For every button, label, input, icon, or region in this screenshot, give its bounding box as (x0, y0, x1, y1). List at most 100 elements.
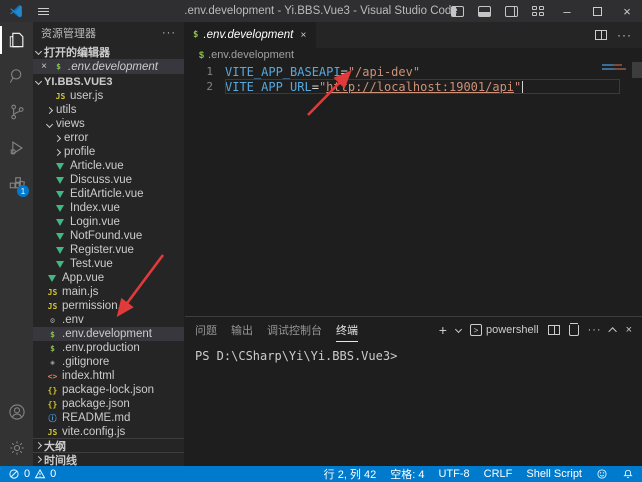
extensions-icon[interactable]: 1 (0, 166, 33, 202)
problems-status[interactable]: 0 0 (8, 468, 56, 480)
explorer-more-actions-icon[interactable]: ··· (162, 27, 176, 39)
tree-item-Discuss.vue[interactable]: Discuss.vue (33, 173, 184, 187)
feedback-icon[interactable] (596, 468, 608, 480)
errors-count: 0 (24, 468, 30, 480)
js-file-icon: JS (47, 302, 58, 311)
code-line-2[interactable]: 2 VITE_APP_URL="http://localhost:19001/a… (185, 79, 642, 94)
outline-section[interactable]: 大纲 (33, 438, 184, 452)
new-terminal-icon[interactable]: + (439, 322, 447, 338)
url-link[interactable]: http://localhost:19001/api (326, 80, 514, 94)
kill-terminal-icon[interactable] (569, 325, 579, 336)
panel-tab-output[interactable]: 输出 (231, 318, 253, 342)
tree-item-.gitignore[interactable]: ◈.gitignore (33, 355, 184, 369)
chevron-right-icon (54, 148, 61, 155)
panel-tab-terminal[interactable]: 终端 (336, 318, 358, 342)
minimize-button[interactable]: – (552, 0, 582, 22)
customize-layout-icon[interactable] (532, 6, 545, 17)
notifications-bell-icon[interactable] (622, 468, 634, 480)
editor-scrollbar[interactable] (632, 62, 642, 78)
tree-item-Article.vue[interactable]: Article.vue (33, 159, 184, 173)
tree-item-package-lock.json[interactable]: {}package-lock.json (33, 383, 184, 397)
tree-item-profile[interactable]: profile (33, 145, 184, 159)
tree-item-EditArticle.vue[interactable]: EditArticle.vue (33, 187, 184, 201)
text-cursor (522, 81, 523, 93)
terminal-dropdown-icon[interactable] (455, 325, 462, 332)
html-file-icon: <> (47, 372, 58, 381)
js-file-icon: JS (47, 288, 58, 297)
tree-item-Register.vue[interactable]: Register.vue (33, 243, 184, 257)
panel-tab-debug-console[interactable]: 调试控制台 (267, 318, 322, 342)
tab-env-development[interactable]: $ .env.development × (185, 22, 316, 48)
maximize-button[interactable] (582, 0, 612, 22)
explorer-icon[interactable] (0, 22, 33, 58)
vue-file-icon (56, 205, 64, 212)
tree-item-.env[interactable]: ⚙.env (33, 313, 184, 327)
settings-gear-icon[interactable] (0, 430, 33, 466)
tree-item-README.md[interactable]: ⓘREADME.md (33, 411, 184, 425)
tree-item-user.js[interactable]: JSuser.js (33, 89, 184, 103)
warnings-icon (34, 468, 46, 480)
menu-icon[interactable] (36, 6, 51, 17)
maximize-panel-icon[interactable] (608, 327, 616, 335)
minimap[interactable] (602, 64, 628, 104)
tree-item-index.html[interactable]: <>index.html (33, 369, 184, 383)
env-file-icon: $ (47, 330, 58, 339)
breadcrumb[interactable]: $ .env.development (185, 48, 642, 62)
gear-file-icon: ⚙ (47, 316, 58, 325)
tree-item-label: Article.vue (70, 160, 124, 172)
tree-item-Login.vue[interactable]: Login.vue (33, 215, 184, 229)
close-panel-icon[interactable]: × (626, 324, 632, 336)
vue-file-icon (56, 163, 64, 170)
panel-more-actions-icon[interactable]: ··· (588, 324, 602, 336)
status-language-mode[interactable]: Shell Script (526, 468, 582, 480)
tree-item-views[interactable]: views (33, 117, 184, 131)
tree-item-label: Discuss.vue (70, 174, 132, 186)
status-indentation[interactable]: 空格: 4 (390, 466, 424, 482)
tree-item-permission.js[interactable]: JS permission.js (33, 299, 184, 313)
toggle-sidebar-icon[interactable] (451, 6, 464, 17)
tree-item-label: Login.vue (70, 216, 120, 228)
tree-item-main.js[interactable]: JSmain.js (33, 285, 184, 299)
timeline-section[interactable]: 时间线 (33, 452, 184, 466)
project-root-header[interactable]: YI.BBS.VUE3 (33, 74, 184, 89)
terminal-profile-button[interactable]: > powershell (470, 324, 539, 336)
tree-item-Test.vue[interactable]: Test.vue (33, 257, 184, 271)
panel-tab-problems[interactable]: 问题 (195, 318, 217, 342)
toggle-secondary-sidebar-icon[interactable] (505, 6, 518, 17)
file-tree: JSuser.jsutilsviewserrorprofileArticle.v… (33, 89, 184, 438)
open-editor-item[interactable]: × $ .env.development (33, 59, 184, 74)
search-icon[interactable] (0, 58, 33, 94)
terminal-output[interactable]: PS D:\CSharp\Yi\Yi.BBS.Vue3> (185, 343, 642, 466)
editor-more-actions-icon[interactable]: ··· (617, 28, 632, 42)
status-cursor-position[interactable]: 行 2, 列 42 (324, 466, 377, 482)
split-terminal-icon[interactable] (548, 325, 560, 335)
vscode-logo-icon (8, 4, 24, 18)
tree-item-vite.config.js[interactable]: JSvite.config.js (33, 425, 184, 438)
close-button[interactable]: × (612, 0, 642, 22)
status-encoding[interactable]: UTF-8 (438, 468, 469, 480)
tree-item-Index.vue[interactable]: Index.vue (33, 201, 184, 215)
tree-item-package.json[interactable]: {}package.json (33, 397, 184, 411)
code-line-1[interactable]: 1 VITE_APP_BASEAPI="/api-dev" (185, 64, 642, 79)
status-eol[interactable]: CRLF (484, 468, 513, 480)
account-icon[interactable] (0, 394, 33, 430)
tree-item-.env.development[interactable]: $.env.development (33, 327, 184, 341)
tree-item-.env.production[interactable]: $.env.production (33, 341, 184, 355)
extensions-badge: 1 (17, 185, 29, 197)
tree-item-NotFound.vue[interactable]: NotFound.vue (33, 229, 184, 243)
split-editor-icon[interactable] (595, 30, 607, 40)
vue-file-icon (56, 191, 64, 198)
open-editors-header[interactable]: 打开的编辑器 (33, 44, 184, 59)
tree-item-label: permission.js (62, 300, 129, 312)
close-icon[interactable]: × (39, 61, 49, 72)
vscode-window: .env.development - Yi.BBS.Vue3 - Visual … (0, 0, 642, 482)
title-bar: .env.development - Yi.BBS.Vue3 - Visual … (0, 0, 642, 22)
source-control-icon[interactable] (0, 94, 33, 130)
tree-item-utils[interactable]: utils (33, 103, 184, 117)
toggle-panel-icon[interactable] (478, 6, 491, 17)
tree-item-App.vue[interactable]: App.vue (33, 271, 184, 285)
code-editor[interactable]: 1 VITE_APP_BASEAPI="/api-dev" 2 VITE_APP… (185, 62, 642, 316)
tab-close-icon[interactable]: × (298, 30, 308, 41)
run-debug-icon[interactable] (0, 130, 33, 166)
tree-item-error[interactable]: error (33, 131, 184, 145)
